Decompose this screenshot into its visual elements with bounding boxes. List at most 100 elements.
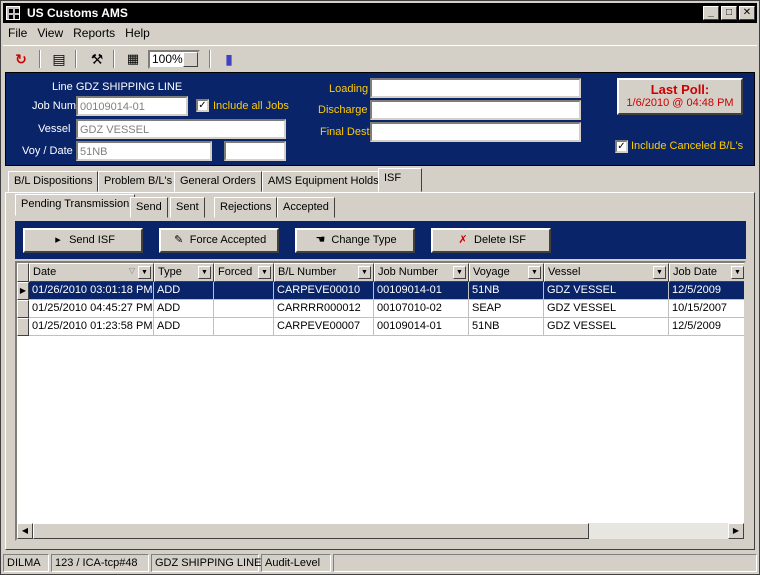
app-icon (6, 6, 20, 20)
tools-icon[interactable]: ⚒ (87, 49, 107, 69)
delete-isf-label: Delete ISF (474, 234, 526, 246)
col-bl-number-label: B/L Number (278, 266, 337, 278)
include-all-jobs-checkbox[interactable]: ✓ (196, 99, 209, 112)
maximize-button[interactable]: □ (721, 6, 737, 20)
voyage-date-field[interactable] (224, 141, 286, 161)
col-job-date[interactable]: Job Date ▼ (669, 263, 744, 282)
col-forced[interactable]: Forced ▼ (214, 263, 274, 282)
edit-icon: ✎ (174, 234, 184, 246)
final-dest-field[interactable] (370, 122, 581, 142)
toolbar-separator (209, 50, 211, 68)
col-date-label: Date (33, 266, 57, 278)
send-isf-label: Send ISF (69, 234, 115, 246)
final-dest-label: Final Dest (320, 126, 370, 138)
menu-file[interactable]: File (3, 24, 32, 42)
tab-ams-equipment-holds[interactable]: AMS Equipment Holds (262, 171, 385, 192)
vessel-field[interactable]: GDZ VESSEL (76, 119, 286, 139)
scroll-thumb[interactable] (33, 523, 589, 539)
vessel-label: Vessel (38, 123, 71, 135)
filter-dropdown-icon[interactable]: ▼ (528, 266, 541, 279)
loading-label: Loading (329, 83, 369, 95)
filter-dropdown-icon[interactable]: ▼ (653, 266, 666, 279)
filter-dropdown-icon[interactable]: ▼ (258, 266, 271, 279)
menu-view[interactable]: View (32, 24, 68, 42)
menu-help[interactable]: Help (120, 24, 155, 42)
cell-bl-number: CARRRR000012 (274, 300, 374, 318)
cell-date: 01/25/2010 01:23:58 PM (29, 318, 154, 336)
discharge-field[interactable] (370, 100, 581, 120)
tab-problem-bls[interactable]: Problem B/L's (98, 171, 179, 192)
cell-type: ADD (154, 318, 214, 336)
tab-isf[interactable]: ISF (378, 168, 422, 192)
scroll-right-icon[interactable]: ▶ (728, 523, 744, 539)
tab-pending-transmission[interactable]: Pending Transmission (15, 194, 136, 216)
status-line: GDZ SHIPPING LINE (151, 554, 261, 572)
color-grid-icon[interactable]: ▦ (123, 49, 143, 69)
grid-header: Date ▽ ▼ Type ▼ Forced ▼ B/L Number ▼ Job N… (17, 263, 744, 282)
tab-bl-dispositions[interactable]: B/L Dispositions (8, 171, 99, 192)
cell-bl-number: CARPEVE00007 (274, 318, 374, 336)
document-icon[interactable]: ▤ (49, 49, 69, 69)
row-selector-header (17, 263, 29, 282)
last-poll-title: Last Poll: (650, 82, 710, 97)
minimize-button[interactable]: _ (703, 6, 719, 20)
status-audit-level: Audit-Level (261, 554, 331, 572)
toolbar: ↻ ▤ ⚒ ▦ 100% ▮ (3, 45, 757, 71)
change-type-label: Change Type (331, 234, 397, 246)
last-poll-value: 1/6/2010 @ 04:48 PM (626, 97, 734, 109)
cell-vessel: GDZ VESSEL (544, 300, 669, 318)
chevron-down-icon[interactable] (183, 52, 198, 67)
toolbar-separator (75, 50, 77, 68)
app-window: US Customs AMS _ □ ✕ File View Reports Help… (0, 0, 760, 575)
menu-reports[interactable]: Reports (68, 24, 120, 42)
voyage-field[interactable]: 51NB (76, 141, 212, 161)
col-type[interactable]: Type ▼ (154, 263, 214, 282)
tab-sent[interactable]: Sent (170, 197, 205, 218)
action-bar: ▸ Send ISF ✎ Force Accepted ☚ Change Type ✗… (15, 221, 746, 259)
force-accepted-button[interactable]: ✎ Force Accepted (159, 228, 279, 253)
close-button[interactable]: ✕ (739, 6, 755, 20)
col-vessel[interactable]: Vessel ▼ (544, 263, 669, 282)
tab-accepted[interactable]: Accepted (277, 197, 335, 218)
cell-vessel: GDZ VESSEL (544, 282, 669, 300)
status-empty (333, 554, 757, 572)
col-bl-number[interactable]: B/L Number ▼ (274, 263, 374, 282)
cell-voyage: 51NB (469, 318, 544, 336)
isf-grid: Date ▽ ▼ Type ▼ Forced ▼ B/L Number ▼ Job N… (15, 261, 746, 541)
filter-dropdown-icon[interactable]: ▼ (453, 266, 466, 279)
tab-send[interactable]: Send (130, 197, 168, 218)
include-canceled-checkbox[interactable]: ✓ (615, 140, 628, 153)
sort-icon: ▽ (128, 266, 135, 275)
scroll-left-icon[interactable]: ◀ (17, 523, 33, 539)
menu-bar: File View Reports Help (3, 24, 757, 42)
cell-date: 01/25/2010 04:45:27 PM (29, 300, 154, 318)
col-voyage[interactable]: Voyage ▼ (469, 263, 544, 282)
refresh-icon[interactable]: ↻ (11, 49, 31, 69)
cell-job-number: 00109014-01 (374, 318, 469, 336)
line-label: Line GDZ SHIPPING LINE (52, 81, 183, 93)
cell-job-number: 00107010-02 (374, 300, 469, 318)
toolbar-separator (113, 50, 115, 68)
filter-dropdown-icon[interactable]: ▼ (731, 266, 744, 279)
cell-voyage: SEAP (469, 300, 544, 318)
send-isf-button[interactable]: ▸ Send ISF (23, 228, 143, 253)
cell-type: ADD (154, 282, 214, 300)
filter-dropdown-icon[interactable]: ▼ (138, 266, 151, 279)
delete-isf-button[interactable]: ✗ Delete ISF (431, 228, 551, 253)
user-icon[interactable]: ▮ (219, 49, 239, 69)
cell-job-date: 10/15/2007 (669, 300, 744, 318)
loading-field[interactable] (370, 78, 581, 98)
change-type-button[interactable]: ☚ Change Type (295, 228, 415, 253)
horizontal-scrollbar[interactable]: ◀ ▶ (17, 523, 744, 539)
cell-vessel: GDZ VESSEL (544, 318, 669, 336)
include-all-jobs-label: Include all Jobs (213, 100, 289, 112)
zoom-select[interactable]: 100% (148, 50, 200, 69)
tab-rejections[interactable]: Rejections (214, 197, 278, 218)
filter-dropdown-icon[interactable]: ▼ (358, 266, 371, 279)
tab-general-orders[interactable]: General Orders (174, 171, 262, 192)
col-date[interactable]: Date ▽ ▼ (29, 263, 154, 282)
col-job-number[interactable]: Job Number ▼ (374, 263, 469, 282)
filter-dropdown-icon[interactable]: ▼ (198, 266, 211, 279)
cell-bl-number: CARPEVE00010 (274, 282, 374, 300)
job-num-field[interactable]: 00109014-01 (76, 96, 188, 116)
